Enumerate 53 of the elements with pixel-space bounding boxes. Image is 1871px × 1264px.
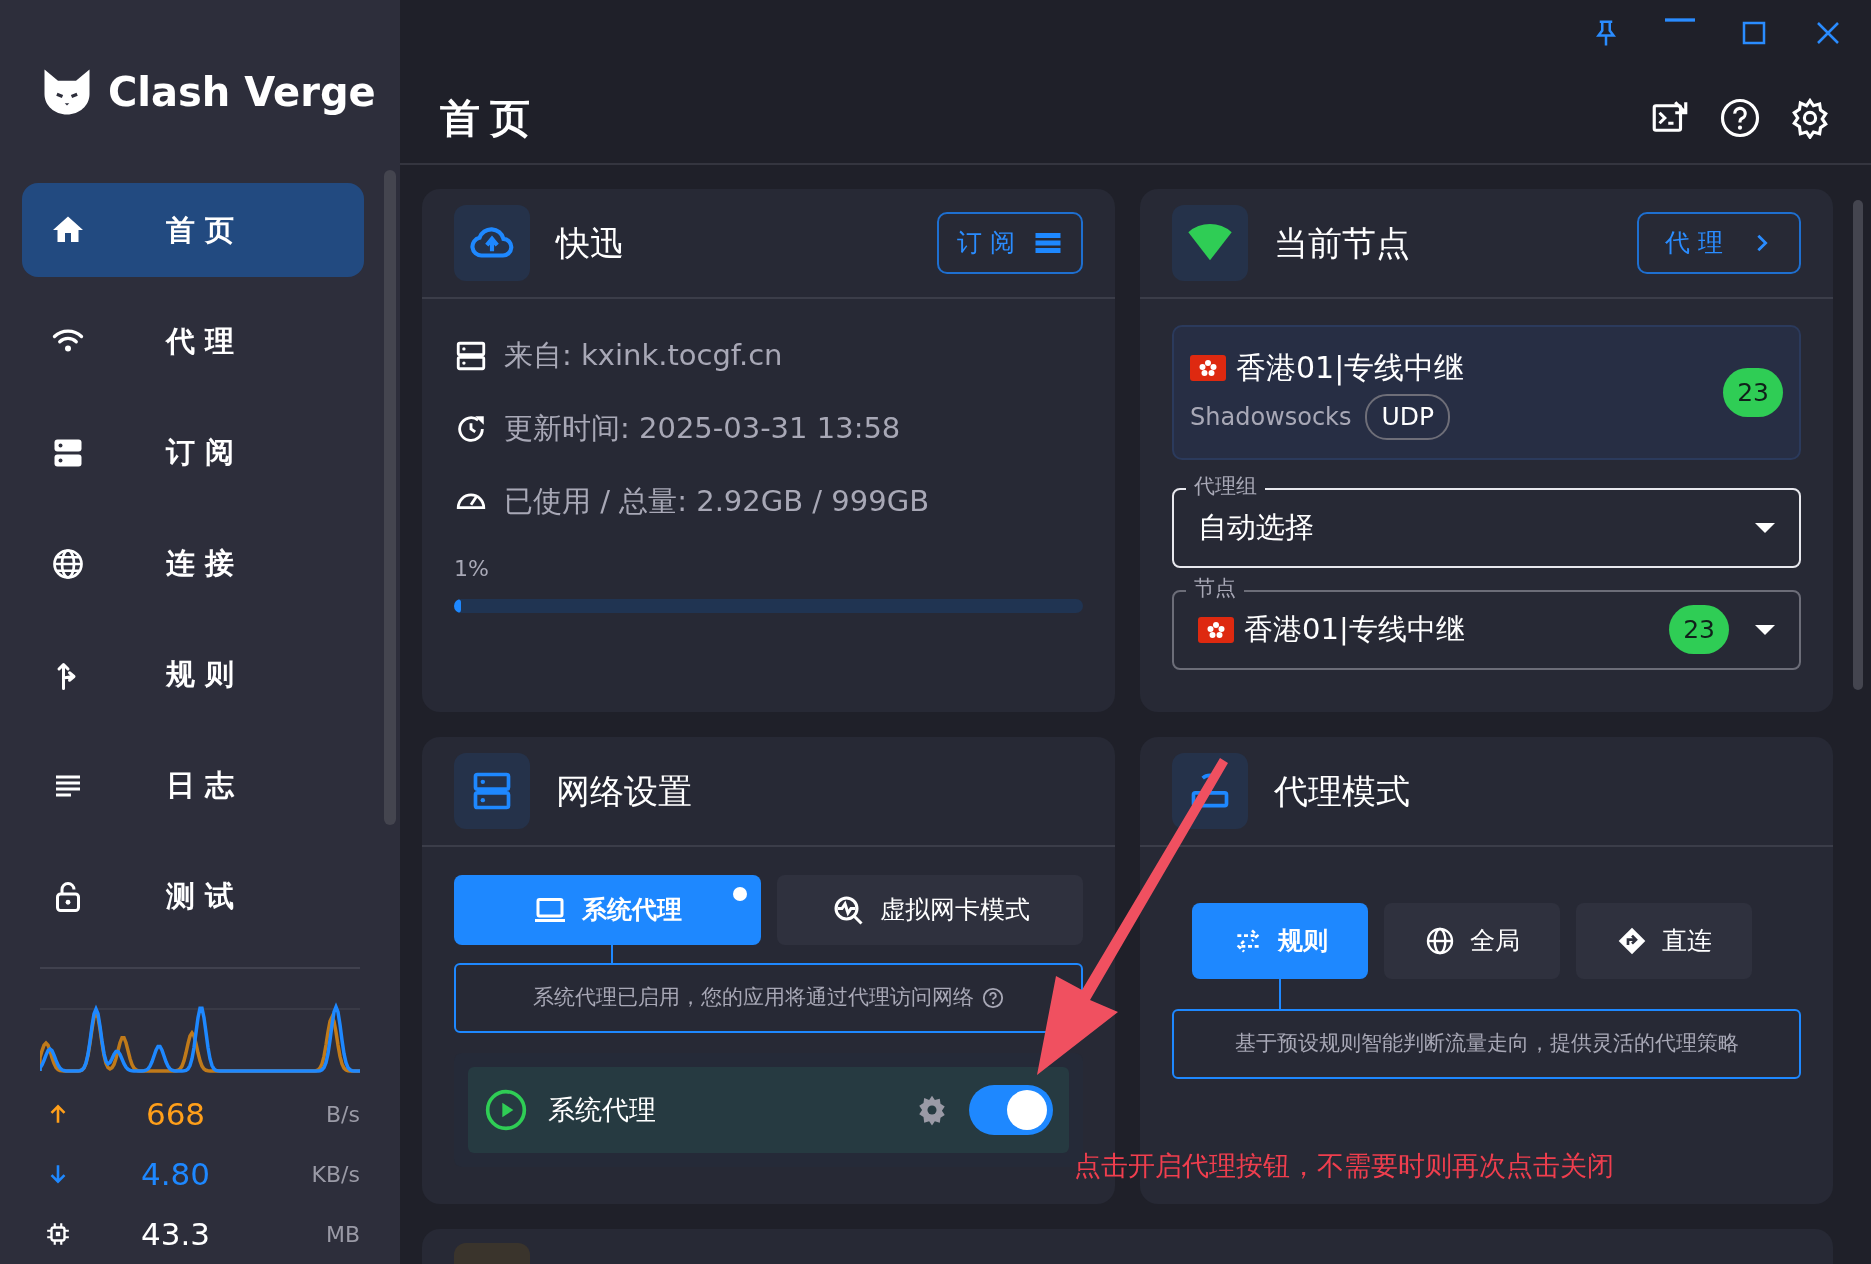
help-icon [1719,96,1761,139]
sidebar-item[interactable]: 测试 [22,849,364,944]
caret-icon [1755,624,1775,635]
flag-icon [1198,616,1234,643]
page-title: 首页 [440,93,541,143]
active-dot [732,887,747,901]
node-card[interactable]: 香港01|专线中继 Shadowsocks UDP 23 [1172,325,1801,460]
card-title: 网络设置 [556,769,693,813]
mode-tab[interactable]: 虚拟网卡模式 [776,875,1083,945]
settings-icon [1789,96,1831,139]
usage-percent: 1% [454,555,490,583]
globe-icon [1424,925,1456,957]
sidebar-item[interactable]: 订阅 [22,405,364,500]
scrollbar[interactable] [1853,200,1863,690]
card-title: 快迅 [556,221,625,265]
toggle-switch[interactable] [969,1085,1053,1135]
annotation-text: 点击开启代理按钮，不需要时则再次点击关闭 [1074,1149,1614,1183]
help-icon [982,987,1004,1009]
mode-button[interactable]: 直连 [1576,903,1752,979]
subscription-button[interactable]: 订 阅 [937,212,1083,274]
caret-icon [1755,522,1775,533]
traffic-unit: KB/s [310,1160,360,1189]
udp-tag: UDP [1365,394,1451,440]
sidebar-item[interactable]: 代理 [22,294,364,389]
hint-text: 系统代理已启用，您的应用将通过代理访问网络 [454,963,1083,1033]
card-title: 当前节点 [1274,221,1411,265]
setting-label: 系统代理 [548,1092,657,1127]
sidebar-item[interactable]: 规则 [22,627,364,722]
info-text: 来自: kxink.tocgf.cn [504,336,783,374]
info-text: 已使用 / 总量: 2.92GB / 999GB [504,482,930,520]
traffic-value: 43.3 [140,1214,211,1254]
turn-sign-icon [1616,925,1648,957]
chip-icon [45,1221,71,1247]
traffic-value: 668 [144,1094,207,1134]
latency-badge: 23 [1723,367,1783,417]
info-text: 更新时间: 2025-03-31 13:58 [504,409,901,447]
sidebar-item[interactable]: 首页 [22,183,364,278]
sidebar-item[interactable]: 连接 [22,516,364,611]
mode-button[interactable]: 全局 [1384,903,1560,979]
minimize-icon [1665,18,1695,22]
play-icon [484,1088,528,1132]
card-title: 代理模式 [1274,769,1411,813]
node-name: 香港01|专线中继 [1236,349,1465,388]
app-name: Clash Verge [108,67,376,117]
flag-icon [1190,354,1226,381]
hint-text: 基于预设规则智能判断流量走向，提供灵活的代理策略 [1172,1009,1801,1079]
proxy-button[interactable]: 代 理 [1637,212,1801,274]
latency-badge: 23 [1669,604,1729,655]
traffic-unit: B/s [325,1100,360,1129]
traffic-unit: MB [324,1220,360,1249]
sidebar-item[interactable]: 日志 [22,738,364,833]
traffic-value: 4.80 [140,1154,211,1194]
protocol-label: Shadowsocks [1190,401,1352,433]
